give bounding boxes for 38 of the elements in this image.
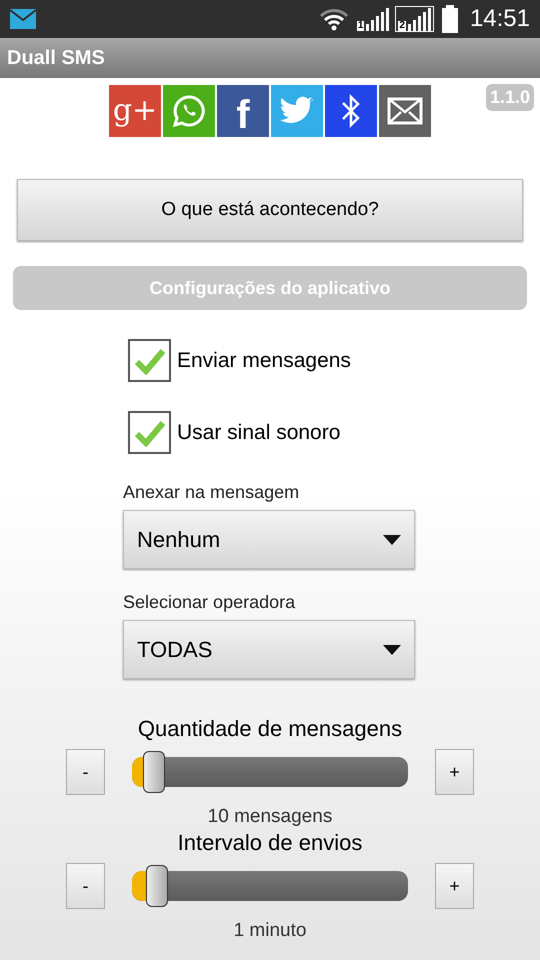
checkbox-label: Enviar mensagens [177,348,351,374]
wifi-icon [318,7,349,31]
increment-button[interactable]: + [435,863,474,909]
check-icon [134,346,166,374]
dropdown[interactable]: Nenhum [123,510,415,569]
decrement-button[interactable]: - [66,749,105,795]
google-plus-button[interactable]: g+ [109,85,161,137]
envelope-icon [387,97,423,125]
dropdown-label: Anexar na mensagem [123,481,300,504]
dropdown-label: Selecionar operadora [123,591,296,614]
battery-icon [442,5,458,33]
slider-value: 1 minuto [234,919,306,943]
app-title: Duall SMS [7,46,105,71]
checkbox[interactable] [128,411,171,454]
slider-value: 10 mensagens [208,805,332,829]
dropdown[interactable]: TODAS [123,620,415,679]
version-badge: 1.1.0 [486,84,534,111]
whatsapp-button[interactable] [163,85,215,137]
clock-text: 14:51 [470,4,530,34]
caret-icon [383,534,401,544]
bluetooth-button[interactable] [325,85,377,137]
slider-thumb[interactable] [146,865,168,907]
decrement-button[interactable]: - [66,863,105,909]
mail-icon [10,9,36,29]
check-icon [134,418,166,446]
email-button[interactable] [379,85,431,137]
slider-title: Intervalo de envios [178,829,362,857]
chat-phone-icon [171,93,207,129]
checkbox-label: Usar sinal sonoro [177,420,340,446]
increment-button[interactable]: + [435,749,474,795]
slider-thumb[interactable] [143,751,166,793]
status-button[interactable]: O que está acontecendo? [17,179,523,241]
slider-title: Quantidade de mensagens [138,715,402,743]
bird-icon [280,96,314,126]
checkbox[interactable] [128,339,171,382]
caret-icon [383,644,401,654]
facebook-button[interactable]: f [217,85,269,137]
bluetooth-icon [340,93,362,129]
